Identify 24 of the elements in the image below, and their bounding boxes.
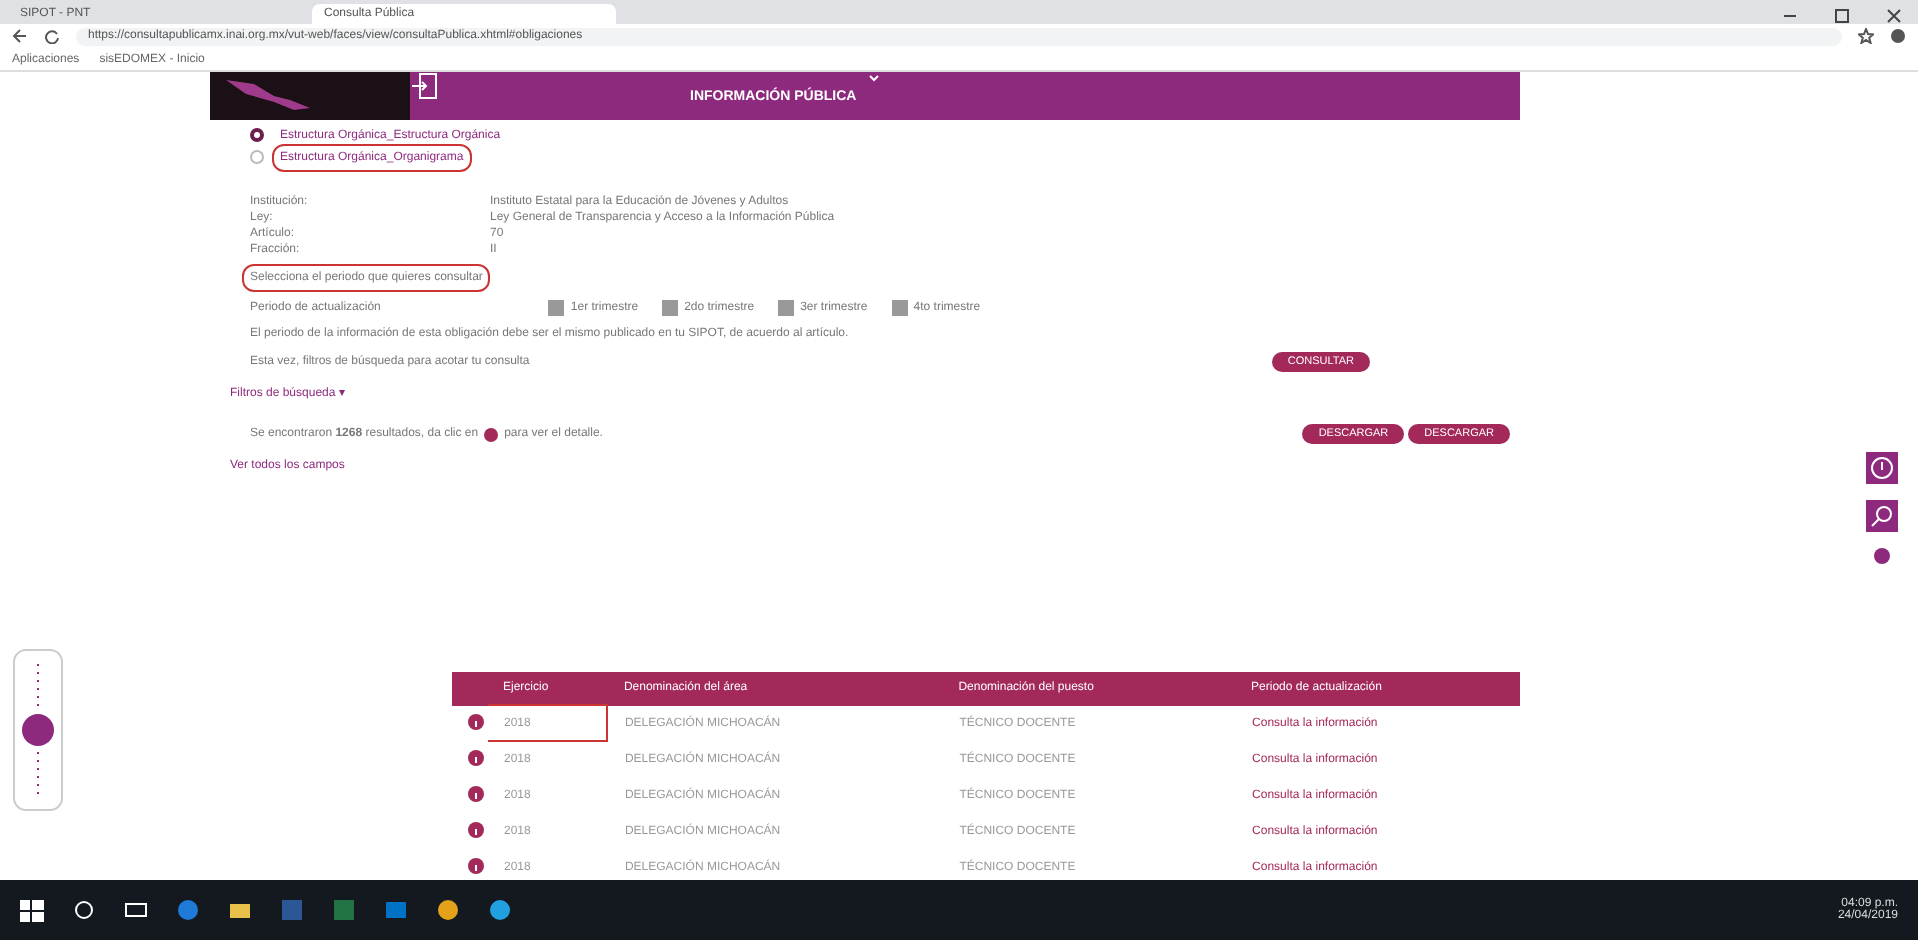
reload-icon xyxy=(44,28,60,44)
close-icon xyxy=(1886,8,1902,24)
search-icon[interactable] xyxy=(72,898,96,922)
info-icon xyxy=(468,857,484,873)
checkbox[interactable] xyxy=(548,300,565,316)
checkbox[interactable] xyxy=(662,300,679,316)
scroll-widget-icon xyxy=(12,648,64,812)
info-icon xyxy=(468,785,484,801)
back-arrow-icon xyxy=(12,28,28,44)
dot-icon xyxy=(1874,548,1890,564)
star-icon xyxy=(1858,28,1874,44)
task-view-icon[interactable] xyxy=(124,898,148,922)
checkbox[interactable] xyxy=(778,300,795,316)
radio-button[interactable] xyxy=(250,128,264,142)
info-icon xyxy=(468,713,484,729)
info-icon xyxy=(468,821,484,837)
maximize-icon xyxy=(1834,8,1850,24)
info-icon xyxy=(484,427,499,441)
info-icon xyxy=(468,749,484,765)
search-icon xyxy=(1866,500,1898,532)
alert-icon xyxy=(1866,452,1898,484)
checkbox[interactable] xyxy=(891,300,908,316)
start-icon[interactable] xyxy=(20,898,44,922)
radio-button[interactable] xyxy=(250,150,264,164)
